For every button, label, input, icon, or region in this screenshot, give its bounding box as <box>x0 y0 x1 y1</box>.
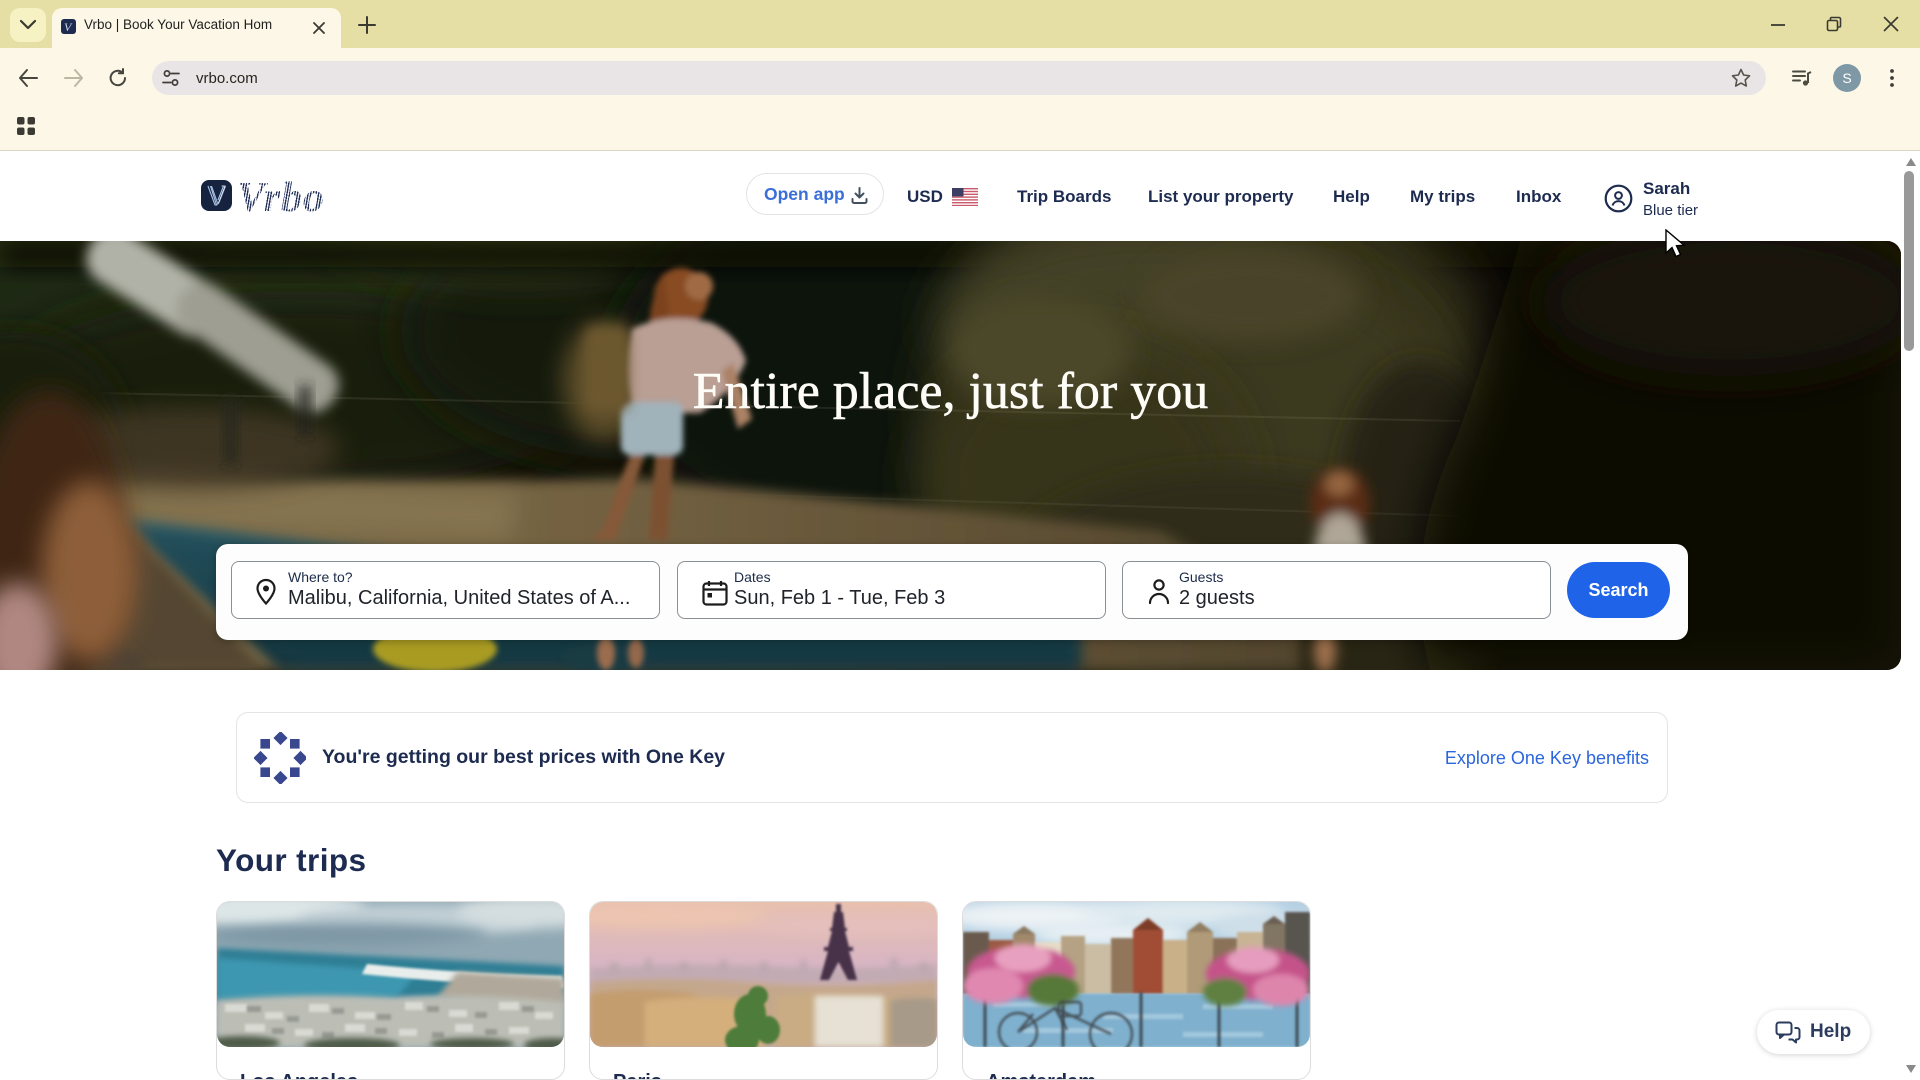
svg-text:V: V <box>64 20 73 34</box>
